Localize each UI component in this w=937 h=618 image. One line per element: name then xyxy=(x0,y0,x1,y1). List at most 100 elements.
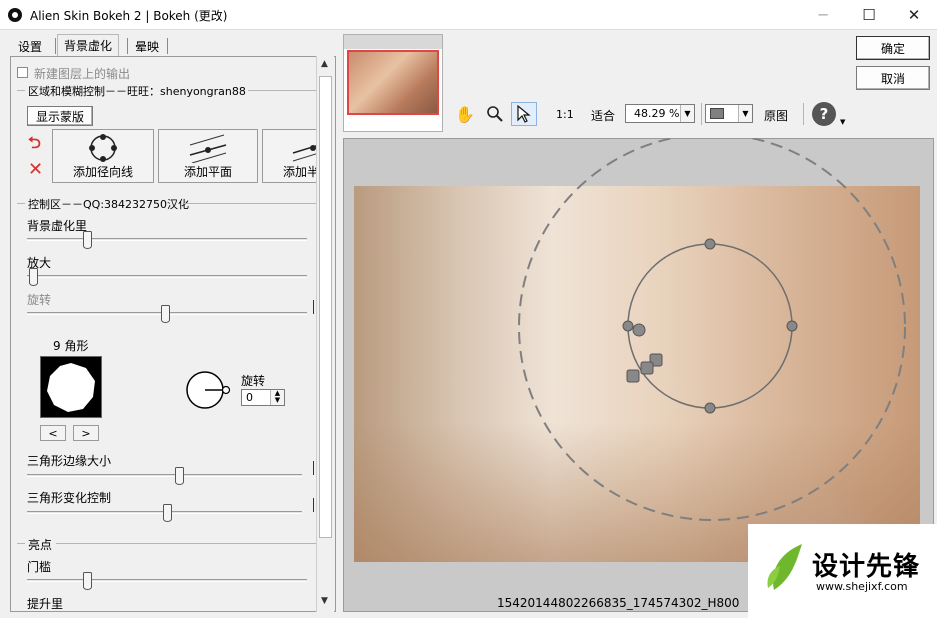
add-half-button[interactable]: 添加半 xyxy=(262,129,318,183)
zoom-value: 48.29 % xyxy=(634,107,680,120)
scroll-down-icon[interactable]: ▼ xyxy=(321,596,328,606)
blur-overlay[interactable] xyxy=(500,138,920,538)
zoom-tool-icon[interactable] xyxy=(482,102,508,126)
threshold-label: 门槛 xyxy=(27,560,52,574)
group-line xyxy=(248,90,316,91)
toolbar-divider xyxy=(701,103,702,125)
enlarge-slider[interactable] xyxy=(29,268,38,286)
select-tool-icon[interactable] xyxy=(511,102,537,126)
window-title: Alien Skin Bokeh 2 | Bokeh (更改) xyxy=(30,9,228,23)
focus-handle-bottom xyxy=(704,402,716,414)
close-button[interactable]: ✕ xyxy=(891,0,937,30)
rotation-spinbox[interactable]: 0 ▲ ▼ xyxy=(241,389,285,406)
variation-slider[interactable] xyxy=(163,504,172,522)
shape-handle xyxy=(640,361,654,375)
app-icon xyxy=(8,8,22,22)
spin-arrows-icon[interactable]: ▲ ▼ xyxy=(270,390,284,405)
tab-background-blur[interactable]: 背景虚化 xyxy=(57,34,120,57)
zoom-fit-button[interactable]: 适合 xyxy=(591,107,615,124)
scroll-thumb[interactable] xyxy=(319,76,332,538)
boost-label: 提升里 xyxy=(27,597,64,611)
edge-size-end-tick xyxy=(313,461,314,475)
nonagon-shape xyxy=(47,363,95,412)
watermark-brand: 设计先锋 xyxy=(812,552,921,582)
focus-handle-top xyxy=(704,238,716,250)
delete-icon[interactable]: ✕ xyxy=(28,160,48,180)
original-button[interactable]: 原图 xyxy=(764,107,788,124)
help-dropdown-icon[interactable]: ▼ xyxy=(840,118,845,126)
group-line xyxy=(184,203,316,204)
polygon-label: 9 角形 xyxy=(53,339,89,353)
variation-label: 三角形变化控制 xyxy=(27,491,112,505)
maximize-button[interactable]: ☐ xyxy=(846,0,892,30)
control-group-title: 控制区－－QQ:384232750汉化 xyxy=(28,198,190,211)
focus-handle-left xyxy=(622,320,634,332)
prev-shape-button[interactable]: < xyxy=(40,425,66,441)
tab-divider xyxy=(55,38,56,54)
help-icon[interactable]: ? xyxy=(812,102,836,126)
add-radial-button[interactable]: 添加径向线 xyxy=(52,129,154,183)
group-line xyxy=(17,203,25,204)
tab-divider xyxy=(167,38,168,54)
half-plane-icon xyxy=(292,144,317,161)
rotate-end-tick xyxy=(313,300,314,314)
center-handle xyxy=(632,323,646,337)
panel-scrollbar[interactable]: ▲ ▼ xyxy=(316,56,334,612)
edge-size-label: 三角形边缘大小 xyxy=(27,454,112,468)
rotation-label: 旋转 xyxy=(241,374,266,388)
rotation-value: 0 xyxy=(246,391,253,404)
radial-icon xyxy=(89,133,117,162)
outer-falloff-circle xyxy=(518,138,906,521)
add-plane-button[interactable]: 添加平面 xyxy=(158,129,258,183)
group-line xyxy=(17,543,25,544)
group-line xyxy=(56,543,316,544)
rotate-slider[interactable] xyxy=(161,305,170,323)
ok-button[interactable]: 确定 xyxy=(856,36,930,60)
hand-tool-icon[interactable]: ✋ xyxy=(452,102,478,126)
region-group-title: 区域和模糊控制－－旺旺：shenyongran88 xyxy=(28,85,246,98)
chevron-down-icon[interactable]: ▼ xyxy=(680,105,694,122)
focus-circle xyxy=(627,243,793,409)
variation-end-tick xyxy=(313,498,314,512)
add-radial-label: 添加径向线 xyxy=(72,164,133,179)
navigator-header xyxy=(344,35,442,49)
leaf-logo-icon xyxy=(767,544,802,590)
watermark-url: www.shejixf.com xyxy=(816,580,908,593)
bg-blur-amount-track xyxy=(27,238,307,241)
navigator-thumbnail[interactable] xyxy=(347,50,439,115)
cancel-button[interactable]: 取消 xyxy=(856,66,930,90)
tab-vignette[interactable]: 晕映 xyxy=(129,36,165,56)
watermark-box: 设计先锋 www.shejixf.com xyxy=(748,524,937,618)
focus-handle-right xyxy=(786,320,798,332)
minimize-button[interactable]: ─ xyxy=(800,0,846,30)
plane-icon xyxy=(189,134,227,163)
zoom-1to1-button[interactable]: 1:1 xyxy=(556,108,574,121)
new-layer-label: 新建图层上的输出 xyxy=(34,67,131,81)
threshold-track xyxy=(27,579,307,582)
group-line xyxy=(17,90,25,91)
new-layer-checkbox[interactable] xyxy=(17,67,28,78)
enlarge-track xyxy=(27,275,307,278)
add-half-label: 添加半 xyxy=(283,164,318,179)
undo-icon[interactable]: ⮌ xyxy=(28,134,48,152)
edge-size-track xyxy=(27,474,302,477)
threshold-slider[interactable] xyxy=(83,572,92,590)
bg-blur-amount-label: 背景虚化里 xyxy=(27,219,88,233)
add-plane-label: 添加平面 xyxy=(183,164,232,179)
scroll-up-icon[interactable]: ▲ xyxy=(321,59,328,69)
zoom-combo[interactable]: 48.29 % ▼ xyxy=(625,104,695,123)
edge-size-slider[interactable] xyxy=(175,467,184,485)
background-color-combo[interactable]: ▼ xyxy=(705,104,753,123)
rotation-dial[interactable] xyxy=(185,368,235,412)
tab-settings[interactable]: 设置 xyxy=(12,36,48,56)
chevron-down-icon[interactable]: ▼ xyxy=(738,105,752,122)
tab-divider xyxy=(127,38,128,54)
toolbar-divider xyxy=(803,103,804,125)
color-swatch xyxy=(710,108,724,119)
highlights-group-title: 亮点 xyxy=(28,538,53,552)
shape-handle xyxy=(626,369,640,383)
aperture-shape-preview xyxy=(40,356,102,418)
next-shape-button[interactable]: > xyxy=(73,425,99,441)
show-mask-button[interactable]: 显示蒙版 xyxy=(27,106,93,126)
bg-blur-amount-slider[interactable] xyxy=(83,231,92,249)
